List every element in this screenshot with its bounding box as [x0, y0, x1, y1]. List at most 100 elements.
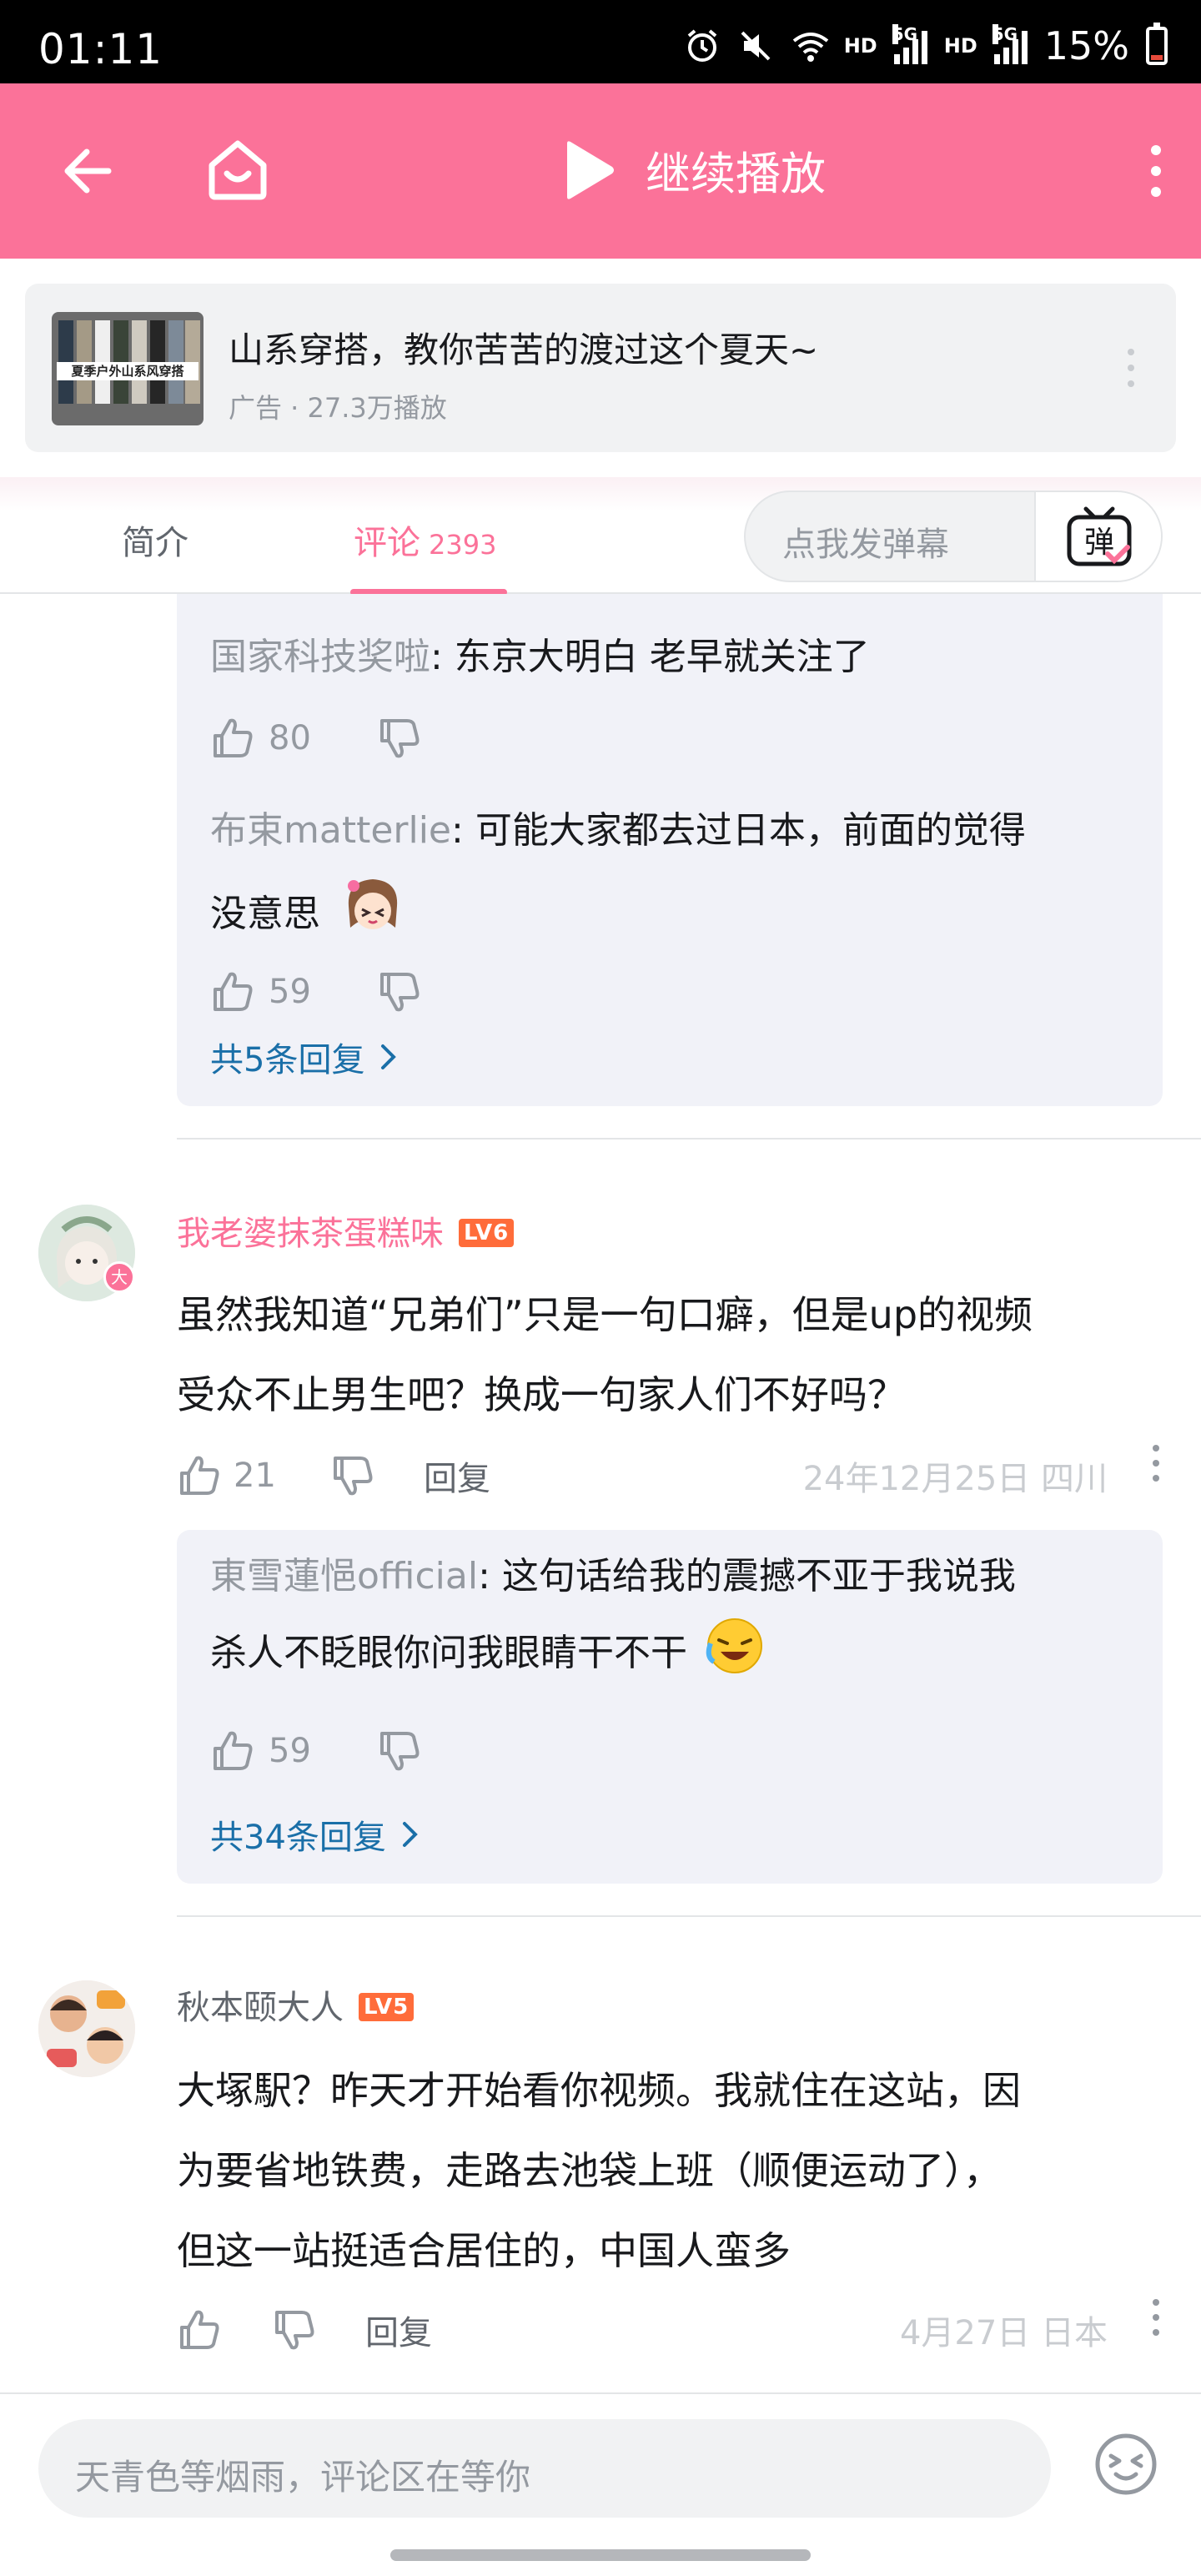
comment-text: 虽然我知道“兄弟们”只是一句口癖，但是up的视频 受众不止男生吧？换成一句家人们…: [177, 1275, 1169, 1435]
ad-thumbnail-caption: 夏季户外山系风穿搭: [57, 362, 198, 380]
chevron-right-icon: [381, 1044, 397, 1069]
comment-bar: 天青色等烟雨，评论区在等你: [0, 2392, 1201, 2576]
ad-card[interactable]: 夏季户外山系风穿搭 山系穿搭，教你苦苦的渡过这个夏天~ 广告 · 27.3万播放: [25, 284, 1176, 452]
laughing-crying-emoji-icon: [706, 1618, 762, 1673]
avatar[interactable]: [38, 1980, 135, 2077]
comment-actions: 回复 4月27日 日本: [177, 2299, 1161, 2354]
like-icon[interactable]: [177, 1453, 222, 1498]
reply-text: : 东京大明白 老早就关注了: [430, 636, 870, 678]
more-replies-link[interactable]: 共34条回复: [210, 1810, 420, 1859]
tab-comments-label: 评论: [354, 524, 420, 562]
status-bar: 01:11 HD 5G HD 5G 15%: [0, 0, 1201, 83]
level-badge: LV6: [459, 1219, 515, 1247]
reply-username[interactable]: 国家科技奖啦: [210, 636, 430, 678]
continue-play-button[interactable]: 继续播放: [560, 137, 826, 203]
like-count: 80: [269, 719, 311, 757]
tab-bar: 简介 评论 2393 点我发弹幕 弹: [0, 477, 1201, 596]
ad-thumbnail: 夏季户外山系风穿搭: [52, 312, 204, 425]
continue-play-label: 继续播放: [646, 148, 826, 200]
ad-meta: 广告 · 27.3万播放: [229, 392, 447, 424]
danmaku-icon: 弹: [1067, 506, 1132, 566]
comment-actions: 21 回复 24年12月25日 四川: [177, 1445, 1161, 1500]
home-indicator[interactable]: [390, 2549, 811, 2561]
more-replies-label: 共34条回复: [210, 1819, 386, 1857]
battery-percent: 15%: [1043, 23, 1129, 68]
video-header: 继续播放: [0, 83, 1201, 259]
ad-more-icon[interactable]: [1126, 347, 1136, 389]
ad-title: 山系穿搭，教你苦苦的渡过这个夏天~: [229, 330, 819, 370]
reply-button[interactable]: 回复: [424, 1452, 490, 1500]
reply-actions: 59: [210, 969, 422, 1014]
reply-actions: 80: [210, 716, 422, 761]
comment-line: 大塚駅？昨天才开始看你视频。我就住在这站，因: [177, 2068, 1021, 2113]
signal-icon-1: 5G: [892, 24, 927, 64]
reply-item[interactable]: 国家科技奖啦: 东京大明白 老早就关注了: [210, 619, 1128, 696]
comment-count: 2393: [429, 529, 497, 561]
battery-icon: [1146, 23, 1168, 65]
comment-divider: [177, 1138, 1201, 1140]
reply-box-2: 東雪蓮悒official: 这句话给我的震撼不亚于我说我 杀人不眨眼你问我眼睛干…: [177, 1530, 1163, 1884]
reply-username[interactable]: 東雪蓮悒official: [210, 1555, 478, 1597]
reply-text: : 这句话给我的震撼不亚于我说我: [478, 1555, 1016, 1597]
like-count: 59: [269, 1732, 311, 1770]
reply-item[interactable]: 東雪蓮悒official: 这句话给我的震撼不亚于我说我 杀人不眨眼你问我眼睛干…: [210, 1538, 1128, 1692]
comment-more-icon[interactable]: [1151, 1443, 1161, 1483]
comment-username[interactable]: 秋本颐大人 LV5: [177, 1980, 415, 2029]
comment-date: 4月27日 日本: [899, 2314, 1108, 2352]
reply-actions: 59: [210, 1728, 422, 1774]
status-icons: HD 5G HD 5G 15%: [684, 23, 1168, 68]
dislike-icon[interactable]: [377, 716, 422, 761]
network-type-2: HD: [943, 34, 977, 58]
wifi-icon: [791, 28, 828, 64]
back-arrow-icon[interactable]: [58, 142, 117, 200]
signal-icon-2: 5G: [992, 24, 1028, 64]
danmaku-input[interactable]: 点我发弹幕 弹: [744, 491, 1163, 582]
danmaku-placeholder: 点我发弹幕: [782, 526, 949, 564]
comment-text: 大塚駅？昨天才开始看你视频。我就住在这站，因 为要省地铁费，走路去池袋上班（顺便…: [177, 2050, 1169, 2291]
comment-input-placeholder: 天青色等烟雨，评论区在等你: [75, 2457, 531, 2498]
emoji-icon[interactable]: [1093, 2431, 1159, 2498]
chevron-right-icon: [402, 1822, 418, 1847]
reply-text-cont: 没意思: [210, 893, 320, 935]
reply-button[interactable]: 回复: [365, 2306, 432, 2354]
network-type-1: HD: [843, 34, 877, 58]
reply-text: : 可能大家都去过日本，前面的觉得: [451, 809, 1026, 852]
more-replies-link[interactable]: 共5条回复: [210, 1033, 398, 1081]
home-icon[interactable]: [204, 135, 272, 204]
avatar-badge: 大: [103, 1261, 135, 1293]
like-icon[interactable]: [210, 1728, 255, 1774]
alarm-icon: [684, 28, 721, 64]
mute-icon: [737, 28, 774, 64]
tab-comments[interactable]: 评论 2393: [354, 516, 496, 564]
play-icon: [567, 140, 614, 199]
comment-line: 为要省地铁费，走路去池袋上班（顺便运动了），: [177, 2148, 1002, 2193]
dislike-icon[interactable]: [272, 2307, 317, 2352]
comment-username-text: 我老婆抹茶蛋糕味: [177, 1215, 444, 1253]
comment-date: 24年12月25日 四川: [802, 1460, 1108, 1498]
comment-username-text: 秋本颐大人: [177, 1989, 344, 2027]
like-count: 21: [234, 1457, 276, 1495]
comment-line: 虽然我知道“兄弟们”只是一句口癖，但是up的视频: [177, 1292, 1033, 1337]
level-badge: LV5: [359, 1993, 415, 2021]
comment-line: 受众不止男生吧？换成一句家人们不好吗？: [177, 1372, 906, 1417]
reply-username[interactable]: 布束matterlie: [210, 809, 451, 852]
like-icon[interactable]: [210, 969, 255, 1014]
dislike-icon[interactable]: [377, 969, 422, 1014]
comment-username[interactable]: 我老婆抹茶蛋糕味 LV6: [177, 1206, 515, 1255]
reply-text-cont: 杀人不眨眼你问我眼睛干不干: [210, 1632, 687, 1674]
clock: 01:11: [38, 25, 163, 73]
sticker-girl-icon: [348, 879, 398, 929]
tab-intro[interactable]: 简介: [122, 516, 188, 564]
comment-divider: [177, 1915, 1201, 1917]
dislike-icon[interactable]: [377, 1728, 422, 1774]
comment-input[interactable]: 天青色等烟雨，评论区在等你: [38, 2419, 1051, 2518]
like-count: 59: [269, 973, 311, 1011]
danmaku-toggle-button[interactable]: 弹: [1034, 492, 1161, 581]
reply-item[interactable]: 布束matterlie: 可能大家都去过日本，前面的觉得 没意思: [210, 792, 1128, 953]
dislike-icon[interactable]: [330, 1453, 375, 1498]
comment-more-icon[interactable]: [1151, 2297, 1161, 2337]
like-icon[interactable]: [210, 716, 255, 761]
more-vertical-icon[interactable]: [1148, 143, 1164, 199]
comment-line: 但这一站挺适合居住的，中国人蛮多: [177, 2228, 791, 2273]
like-icon[interactable]: [177, 2307, 222, 2352]
